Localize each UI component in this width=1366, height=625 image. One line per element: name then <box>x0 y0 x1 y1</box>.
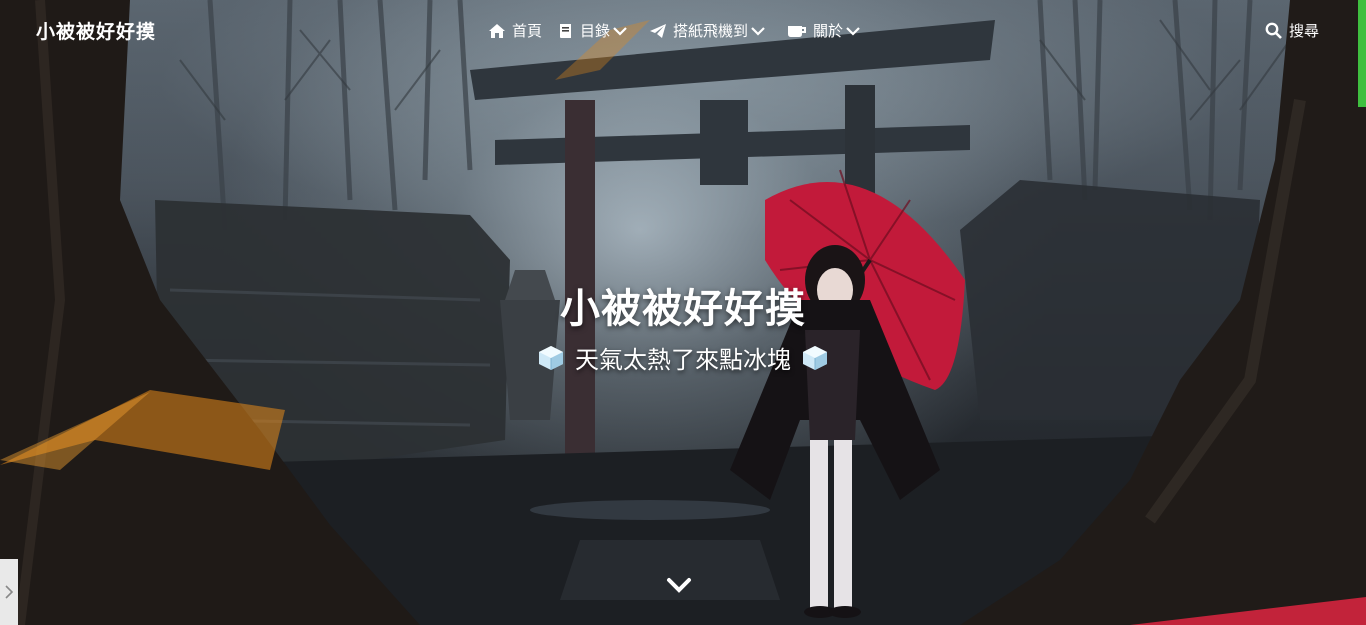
nav-item-catalog[interactable]: 目錄 <box>558 20 633 41</box>
chevron-down-icon <box>667 578 691 593</box>
ice-cube-icon <box>803 345 827 370</box>
top-navigation: 小被被好好摸 首頁 目錄 搭紙飛機到 關於 搜尋 <box>0 0 1366 62</box>
nav-item-label: 關於 <box>813 22 844 40</box>
nav-item-label: 搭紙飛機到 <box>673 22 749 40</box>
paper-plane-icon <box>650 23 667 38</box>
scroll-down-button[interactable] <box>666 575 692 599</box>
chevron-down-icon <box>613 26 627 36</box>
nav-item-home[interactable]: 首頁 <box>488 20 542 41</box>
main-menu: 首頁 目錄 搭紙飛機到 關於 <box>488 20 882 41</box>
chevron-right-icon <box>5 585 13 599</box>
chevron-down-icon <box>751 26 765 36</box>
nav-item-links[interactable]: 搭紙飛機到 <box>649 20 771 41</box>
home-icon <box>489 23 505 38</box>
nav-item-label: 目錄 <box>580 22 611 40</box>
search-label: 搜尋 <box>1289 22 1320 40</box>
nav-item-about[interactable]: 關於 <box>787 20 866 41</box>
hero-subtitle-text: 天氣太熱了來點冰塊 <box>575 346 791 374</box>
coffee-icon <box>788 25 807 37</box>
ice-cube-icon <box>539 345 563 370</box>
chevron-down-icon <box>846 26 860 36</box>
site-brand[interactable]: 小被被好好摸 <box>36 17 156 44</box>
sidebar-toggle-button[interactable] <box>0 559 18 625</box>
search-button[interactable]: 搜尋 <box>1265 20 1319 41</box>
hero-subtitle: 天氣太熱了來點冰塊 <box>0 340 1366 375</box>
hero-title: 小被被好好摸 <box>560 285 806 332</box>
book-icon <box>560 23 572 38</box>
search-icon <box>1265 22 1282 39</box>
nav-item-label: 首頁 <box>512 22 543 40</box>
